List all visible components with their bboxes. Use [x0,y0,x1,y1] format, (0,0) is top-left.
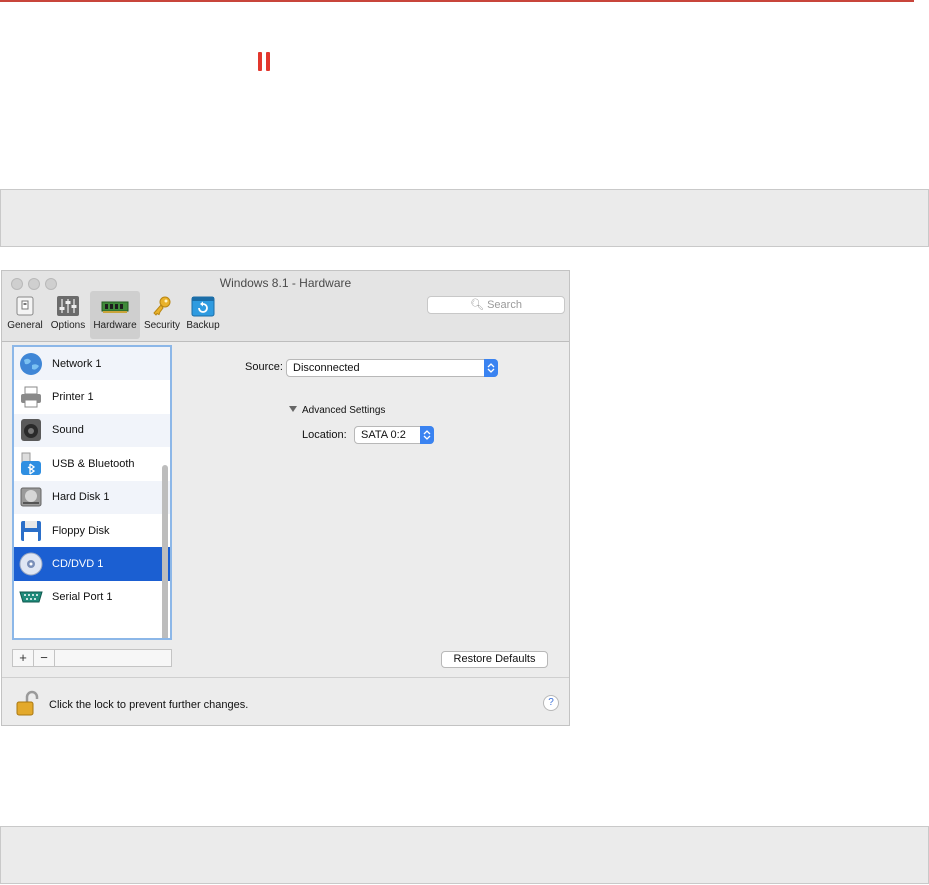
key-icon [153,296,171,316]
list-item-label: Serial Port 1 [52,591,113,604]
list-item-label: CD/DVD 1 [52,558,104,571]
location-label: Location: [302,429,347,441]
usb-bluetooth-icon [21,452,41,475]
tab-backup[interactable]: Backup [184,291,222,339]
tab-general[interactable]: General [7,291,43,339]
tab-security-label: Security [143,320,181,331]
tab-backup-label: Backup [186,320,220,331]
list-item-floppy[interactable]: Floppy Disk [14,514,170,547]
advanced-settings-toggle[interactable]: Advanced Settings [289,405,385,416]
speaker-icon [21,419,41,442]
backup-icon [191,296,215,317]
list-item-label: Hard Disk 1 [52,491,110,504]
list-item-cd-dvd[interactable]: CD/DVD 1 [14,547,170,581]
list-item-label: Printer 1 [52,391,94,404]
tab-hardware[interactable]: Hardware [90,291,140,339]
device-list[interactable]: Network 1 Printer 1 Sound USB & Bluetoot… [12,345,172,640]
window-title: Windows 8.1 - Hardware [219,276,352,290]
list-item-printer[interactable]: Printer 1 [14,380,170,413]
serial-port-icon [19,591,43,603]
pause-icon [258,52,270,71]
options-sliders-icon [57,296,79,316]
note-box-top [0,189,929,247]
tab-general-label: General [7,320,43,331]
tab-options-label: Options [50,320,86,331]
list-item-label: USB & Bluetooth [52,457,135,470]
preferences-window: Windows 8.1 - Hardware General Options H… [1,270,570,726]
tab-options[interactable]: Options [48,291,88,339]
general-icon [16,296,34,316]
restore-defaults-button[interactable]: Restore Defaults [441,651,548,668]
hardware-chip-icon [101,301,129,313]
disclosure-triangle-icon [289,406,297,412]
list-item-label: Sound [52,424,84,437]
lock-message: Click the lock to prevent further change… [49,699,249,711]
unlocked-lock-icon[interactable] [16,690,40,716]
top-rule [0,0,914,2]
advanced-settings-label: Advanced Settings [302,405,386,416]
chevron-updown-icon [420,426,434,444]
hard-disk-icon [20,487,42,507]
source-select[interactable]: Disconnected [286,359,498,377]
list-item-hard-disk[interactable]: Hard Disk 1 [14,480,170,514]
floppy-disk-icon [21,520,41,541]
tab-hardware-label: Hardware [93,320,137,331]
add-device-button[interactable]: + [13,650,34,666]
location-select-value: SATA 0:2 [361,429,406,441]
source-select-value: Disconnected [293,362,360,374]
tab-security[interactable]: Security [142,291,182,339]
globe-icon [20,352,42,375]
search-field[interactable]: 🔍︎ Search [427,296,565,314]
list-item-usb-bluetooth[interactable]: USB & Bluetooth [14,447,170,480]
remove-device-button[interactable]: − [34,650,55,666]
chevron-updown-icon [484,359,498,377]
list-item-sound[interactable]: Sound [14,413,170,448]
window-toolbar: Windows 8.1 - Hardware General Options H… [2,271,569,342]
search-icon: 🔍︎ [470,299,485,311]
search-placeholder: Search [487,299,522,311]
device-list-scrollbar[interactable] [162,465,168,638]
printer-icon [21,386,41,408]
list-item-label: Floppy Disk [52,524,110,537]
location-select[interactable]: SATA 0:2 [354,426,434,444]
source-label: Source: [245,361,283,373]
help-button[interactable]: ? [543,695,559,711]
cd-dvd-icon [19,552,43,576]
note-box-bottom [0,826,929,884]
list-item-serial-port[interactable]: Serial Port 1 [14,581,170,614]
list-item-label: Network 1 [52,357,102,370]
list-item-network[interactable]: Network 1 [14,347,170,381]
device-list-footer: + − [12,649,172,667]
